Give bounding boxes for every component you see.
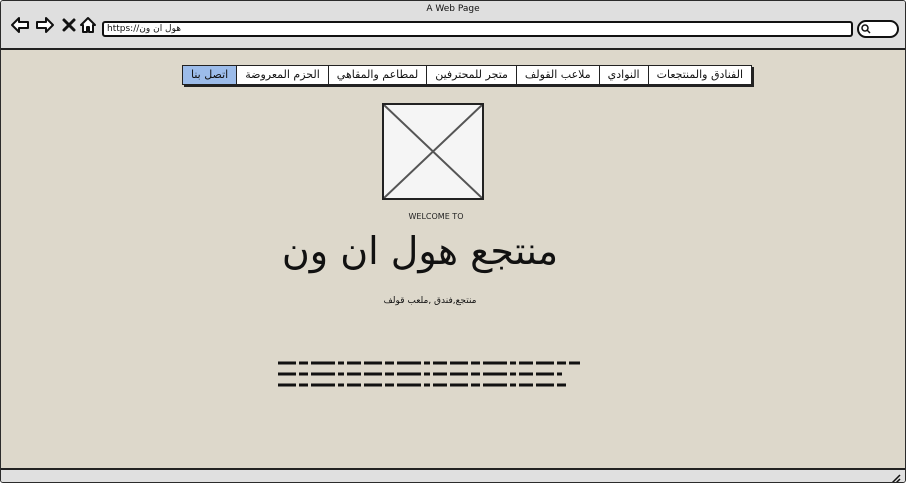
placeholder-text-scribble [278, 361, 580, 387]
main-nav: الفنادق والمنتجعات النوادي ملاعب القولف … [182, 65, 753, 85]
tab-packages[interactable]: الحزم المعروضة [236, 66, 328, 84]
browser-chrome: A Web Page https://هول ان ون [1, 1, 905, 50]
forward-arrow-icon[interactable] [35, 15, 55, 35]
window-title: A Web Page [426, 4, 480, 14]
page-subtitle: منتجع,فندق ,ملعب قولف [383, 296, 477, 306]
status-bar [1, 468, 905, 483]
tab-golf-courses[interactable]: ملاعب القولف [515, 66, 599, 84]
address-bar[interactable]: https://هول ان ون [102, 21, 853, 37]
tab-hotels-resorts[interactable]: الفنادق والمنتجعات [647, 66, 751, 84]
search-field[interactable] [857, 20, 899, 38]
resize-grip-icon[interactable] [889, 473, 901, 483]
page-headline: منتجع هول ان ون [281, 229, 559, 273]
tab-contact-us[interactable]: اتصل بنا [183, 66, 237, 84]
tab-pro-shop[interactable]: متجر للمحترفين [426, 66, 516, 84]
back-arrow-icon[interactable] [10, 15, 30, 35]
close-x-icon[interactable] [59, 15, 79, 35]
home-icon[interactable] [78, 15, 98, 35]
welcome-text: WELCOME TO [408, 212, 464, 221]
tab-restaurants-cafes[interactable]: لمطاعم والمقاهي [327, 66, 426, 84]
image-placeholder [382, 103, 484, 200]
tab-clubs[interactable]: النوادي [598, 66, 648, 84]
image-placeholder-icon [383, 104, 483, 199]
search-icon [861, 24, 871, 34]
browser-window: A Web Page https://هول ان ون الفنادق وال… [0, 0, 906, 483]
